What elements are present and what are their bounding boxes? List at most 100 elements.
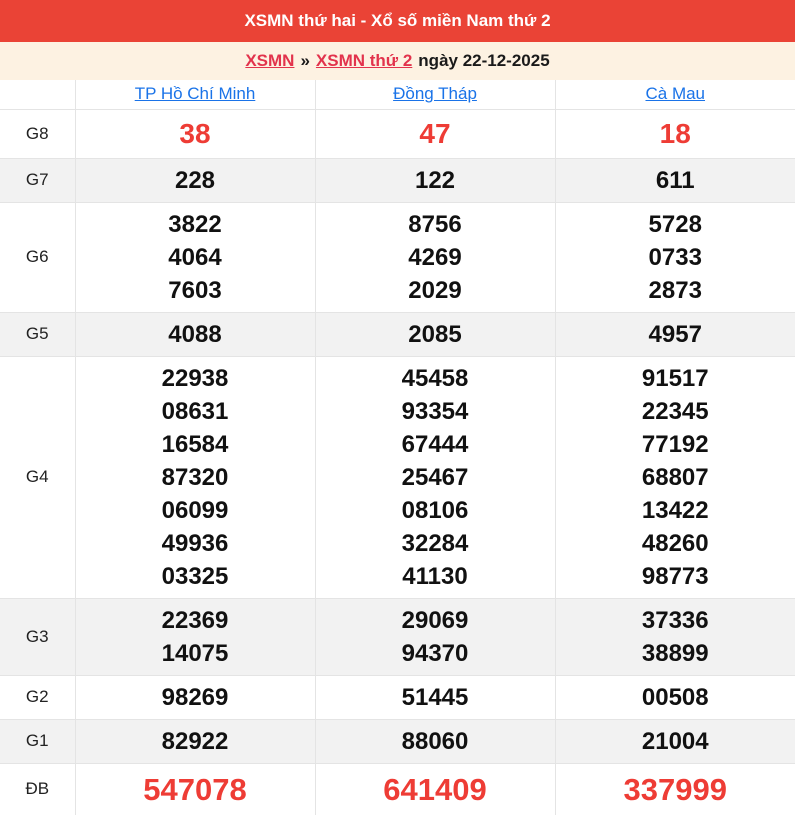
prize-number: 38 <box>179 117 211 149</box>
prize-number: 88060 <box>401 727 469 755</box>
prize-cell: 641409 <box>314 762 556 815</box>
prize-number: 49936 <box>161 529 229 557</box>
prize-cell: 21004 <box>554 718 795 764</box>
prize-number: 38899 <box>641 639 709 667</box>
prize-number: 22369 <box>161 606 229 634</box>
prize-number: 47 <box>419 117 451 149</box>
prize-label: ĐB <box>0 762 76 815</box>
prize-label: G6 <box>0 201 76 313</box>
prize-number: 228 <box>174 166 216 194</box>
breadcrumb: XSMN » XSMN thứ 2 ngày 22-12-2025 <box>0 42 795 80</box>
prize-label-header <box>0 79 76 110</box>
prize-number: 94370 <box>401 639 469 667</box>
prize-cell: 00508 <box>554 674 795 720</box>
province-header-dong-thap: Đồng Tháp <box>314 79 556 110</box>
prize-label: G8 <box>0 108 76 159</box>
prize-cell: 5728 0733 2873 <box>554 201 795 313</box>
prize-number: 68807 <box>641 463 709 491</box>
province-link-ca-mau[interactable]: Cà Mau <box>645 84 705 103</box>
prize-label: G3 <box>0 597 76 676</box>
prize-cell: 337999 <box>554 762 795 815</box>
prize-cell: 228 <box>74 157 316 203</box>
prize-cell: 18 <box>554 108 795 159</box>
prize-cell: 4088 <box>74 311 316 357</box>
prize-number: 98269 <box>161 683 229 711</box>
page-title: XSMN thứ hai - Xổ số miền Nam thứ 2 <box>244 11 551 30</box>
province-header-hcm: TP Hồ Chí Minh <box>74 79 316 110</box>
prize-number: 14075 <box>161 639 229 667</box>
prize-number: 2873 <box>648 276 702 304</box>
prize-number: 21004 <box>641 727 709 755</box>
results-table: TP Hồ Chí Minh Đồng Tháp Cà Mau G8 38 47 18… <box>0 79 795 815</box>
prize-number: 51445 <box>401 683 469 711</box>
prize-cell: 4957 <box>554 311 795 357</box>
prize-cell: 122 <box>314 157 556 203</box>
prize-number: 32284 <box>401 529 469 557</box>
prize-cell: 37336 38899 <box>554 597 795 676</box>
prize-number: 337999 <box>623 771 727 807</box>
prize-number: 82922 <box>161 727 229 755</box>
prize-number: 5728 <box>648 210 702 238</box>
prize-number: 45458 <box>401 364 469 392</box>
province-link-hcm[interactable]: TP Hồ Chí Minh <box>135 84 256 103</box>
prize-number: 4957 <box>648 320 702 348</box>
draw-date: ngày 22-12-2025 <box>418 51 550 70</box>
prize-cell: 29069 94370 <box>314 597 556 676</box>
prize-number: 16584 <box>161 430 229 458</box>
breadcrumb-separator: » <box>300 51 310 70</box>
prize-number: 03325 <box>161 562 229 590</box>
prize-cell: 51445 <box>314 674 556 720</box>
prize-number: 67444 <box>401 430 469 458</box>
table-row: G3 22369 14075 29069 94370 37336 38899 <box>0 597 795 676</box>
province-header-row: TP Hồ Chí Minh Đồng Tháp Cà Mau <box>0 79 795 110</box>
prize-number: 06099 <box>161 496 229 524</box>
prize-number: 77192 <box>641 430 709 458</box>
prize-number: 547078 <box>143 771 247 807</box>
prize-number: 08106 <box>401 496 469 524</box>
prize-number: 22938 <box>161 364 229 392</box>
prize-number: 3822 <box>168 210 222 238</box>
prize-number: 13422 <box>641 496 709 524</box>
breadcrumb-link-xsmn[interactable]: XSMN <box>245 51 294 71</box>
table-row: G6 3822 4064 7603 8756 4269 2029 5728 0733 2873 <box>0 201 795 313</box>
prize-number: 4269 <box>408 243 462 271</box>
prize-cell: 22938 08631 16584 87320 06099 49936 03325 <box>74 355 316 599</box>
prize-number: 48260 <box>641 529 709 557</box>
prize-cell: 8756 4269 2029 <box>314 201 556 313</box>
lottery-results-page: XSMN thứ hai - Xổ số miền Nam thứ 2 XSMN… <box>0 0 795 815</box>
breadcrumb-link-xsmn-thu2[interactable]: XSMN thứ 2 <box>316 51 412 71</box>
prize-cell: 45458 93354 67444 25467 08106 32284 41130 <box>314 355 556 599</box>
prize-number: 91517 <box>641 364 709 392</box>
province-link-dong-thap[interactable]: Đồng Tháp <box>393 84 477 103</box>
prize-label: G5 <box>0 311 76 357</box>
prize-number: 2029 <box>408 276 462 304</box>
prize-cell: 2085 <box>314 311 556 357</box>
prize-number: 4088 <box>168 320 222 348</box>
prize-number: 122 <box>414 166 456 194</box>
prize-number: 98773 <box>641 562 709 590</box>
prize-number: 37336 <box>641 606 709 634</box>
prize-number: 2085 <box>408 320 462 348</box>
prize-cell: 38 <box>74 108 316 159</box>
prize-number: 00508 <box>641 683 709 711</box>
table-row: G2 98269 51445 00508 <box>0 674 795 720</box>
prize-cell: 611 <box>554 157 795 203</box>
prize-number: 41130 <box>402 562 468 590</box>
results-body: G8 38 47 18 G7 228 122 611 G6 3822 4064 7603 8756 426… <box>0 108 795 815</box>
prize-number: 7603 <box>168 276 222 304</box>
prize-label: G7 <box>0 157 76 203</box>
table-row: ĐB 547078 641409 337999 <box>0 762 795 815</box>
prize-label: G1 <box>0 718 76 764</box>
prize-number: 29069 <box>401 606 469 634</box>
prize-number: 22345 <box>641 397 709 425</box>
prize-number: 611 <box>655 166 695 194</box>
prize-number: 0733 <box>648 243 702 271</box>
prize-label: G4 <box>0 355 76 599</box>
table-row: G1 82922 88060 21004 <box>0 718 795 764</box>
prize-number: 93354 <box>401 397 469 425</box>
prize-cell: 82922 <box>74 718 316 764</box>
table-row: G5 4088 2085 4957 <box>0 311 795 357</box>
prize-cell: 98269 <box>74 674 316 720</box>
prize-number: 4064 <box>168 243 222 271</box>
prize-number: 08631 <box>161 397 229 425</box>
